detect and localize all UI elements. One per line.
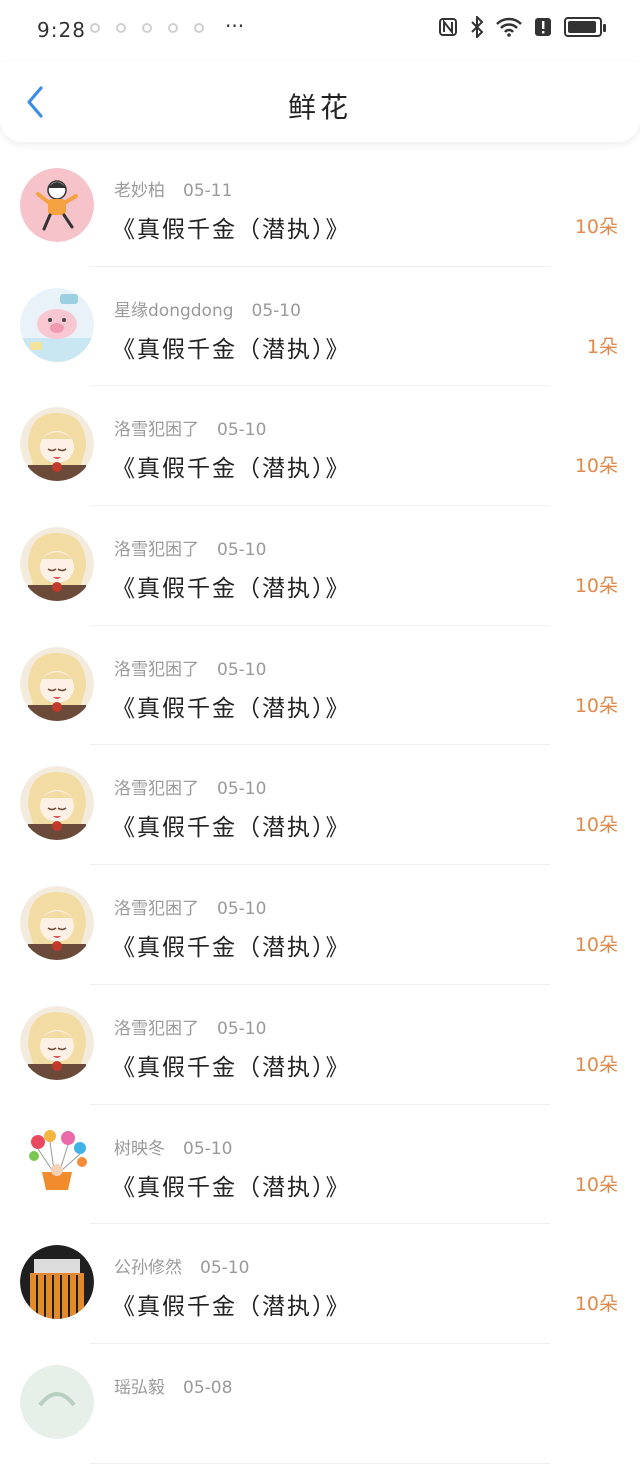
sender-name: 公孙修然 05-10: [114, 1258, 250, 1279]
avatar[interactable]: [20, 407, 94, 482]
avatar[interactable]: [20, 1005, 94, 1080]
avatar[interactable]: [20, 527, 94, 602]
notification-dot-icon: [116, 23, 126, 33]
avatar[interactable]: [20, 1125, 94, 1200]
book-title: 《真假千金（潜执）》: [112, 336, 351, 363]
flower-count: 10朵: [574, 1293, 618, 1316]
header-bar: 鲜花: [0, 62, 640, 142]
sender-name: 洛雪犯困了 05-10: [114, 1018, 267, 1039]
notification-dot-icon: [142, 23, 152, 33]
avatar[interactable]: [20, 1245, 94, 1320]
send-date: 05-10: [200, 1258, 250, 1279]
flower-count: 10朵: [574, 1053, 618, 1076]
system-icons: [438, 16, 606, 38]
avatar[interactable]: [20, 1364, 94, 1439]
divider: [90, 1462, 550, 1464]
wifi-icon: [496, 17, 522, 37]
send-date: 05-10: [183, 1138, 233, 1159]
sender-name: 星缘dongdong 05-10: [114, 300, 301, 321]
avatar[interactable]: [20, 766, 94, 841]
book-title: 《真假千金（潜执）》: [112, 456, 351, 483]
sender-name: 洛雪犯困了 05-10: [114, 899, 267, 920]
sender-name: 洛雪犯困了 05-10: [114, 779, 267, 800]
flower-gift-list[interactable]: 老妙柏 05-11 《真假千金（潜执）》 10朵 星缘dongdong 05-10 《真假千…: [0, 147, 640, 1464]
send-date: 05-10: [217, 420, 267, 441]
flower-count: 10朵: [574, 934, 618, 957]
page-title: 鲜花: [287, 91, 352, 124]
book-title: 《真假千金（潜执）》: [112, 935, 351, 962]
sender-name: 洛雪犯困了 05-10: [114, 420, 267, 441]
list-item[interactable]: 树映冬 05-10 《真假千金（潜执）》 10朵: [0, 1105, 640, 1225]
status-time: 9:28: [37, 18, 86, 42]
book-title: 《真假千金（潜执）》: [112, 576, 351, 603]
sender-name: 瑶弘毅 05-08: [114, 1377, 233, 1398]
notification-dot-icon: [90, 23, 100, 33]
book-title: 《真假千金（潜执）》: [112, 1294, 351, 1321]
alert-icon: [535, 18, 551, 36]
list-item[interactable]: 洛雪犯困了 05-10 《真假千金（潜执）》 10朵: [0, 626, 640, 746]
flower-count: 10朵: [574, 575, 618, 598]
notification-dot-icon: [194, 23, 204, 33]
notification-dots: [90, 23, 204, 33]
flower-count: 10朵: [574, 216, 618, 238]
book-title: 《真假千金（潜执）》: [112, 1174, 351, 1201]
sender-name: 树映冬 05-10: [114, 1138, 233, 1159]
send-date: 05-10: [217, 1018, 267, 1039]
avatar[interactable]: [20, 886, 94, 961]
sender-name: 老妙柏 05-11: [114, 181, 233, 201]
flower-count: 10朵: [574, 455, 618, 478]
list-item[interactable]: 瑶弘毅 05-08: [0, 1344, 640, 1464]
avatar[interactable]: [20, 646, 94, 721]
send-date: 05-11: [183, 181, 233, 201]
flower-count: 1朵: [586, 335, 618, 358]
list-item[interactable]: 洛雪犯困了 05-10 《真假千金（潜执）》 10朵: [0, 745, 640, 866]
list-item[interactable]: 洛雪犯困了 05-10 《真假千金（潜执）》 10朵: [0, 865, 640, 985]
book-title: 《真假千金（潜执）》: [112, 1054, 351, 1081]
more-notifications-icon: ···: [225, 14, 245, 38]
list-item[interactable]: 洛雪犯困了 05-10 《真假千金（潜执）》 10朵: [0, 985, 640, 1105]
sender-name: 洛雪犯困了 05-10: [114, 659, 267, 680]
book-title: 《真假千金（潜执）》: [112, 217, 351, 243]
send-date: 05-10: [251, 300, 301, 321]
avatar[interactable]: [20, 287, 94, 362]
status-bar: 9:28 ···: [0, 0, 640, 62]
list-item[interactable]: 洛雪犯困了 05-10 《真假千金（潜执）》 10朵: [0, 506, 640, 626]
send-date: 05-10: [217, 659, 267, 680]
list-item[interactable]: 星缘dongdong 05-10 《真假千金（潜执）》 1朵: [0, 267, 640, 387]
list-item[interactable]: 公孙修然 05-10 《真假千金（潜执）》 10朵: [0, 1224, 640, 1344]
book-title: 《真假千金（潜执）》: [112, 695, 351, 722]
list-item[interactable]: 老妙柏 05-11 《真假千金（潜执）》 10朵: [0, 147, 640, 267]
bluetooth-icon: [471, 16, 484, 38]
flower-count: 10朵: [574, 814, 618, 837]
flower-count: 10朵: [574, 1173, 618, 1196]
flower-count: 10朵: [574, 694, 618, 717]
send-date: 05-08: [183, 1377, 233, 1398]
notification-dot-icon: [168, 23, 178, 33]
send-date: 05-10: [217, 899, 267, 920]
avatar[interactable]: [20, 168, 94, 242]
nfc-icon: [439, 18, 457, 36]
send-date: 05-10: [217, 540, 267, 561]
battery-icon: [564, 17, 606, 37]
list-item[interactable]: 洛雪犯困了 05-10 《真假千金（潜执）》 10朵: [0, 386, 640, 507]
book-title: 《真假千金（潜执）》: [112, 815, 351, 842]
sender-name: 洛雪犯困了 05-10: [114, 540, 267, 561]
send-date: 05-10: [217, 779, 267, 800]
